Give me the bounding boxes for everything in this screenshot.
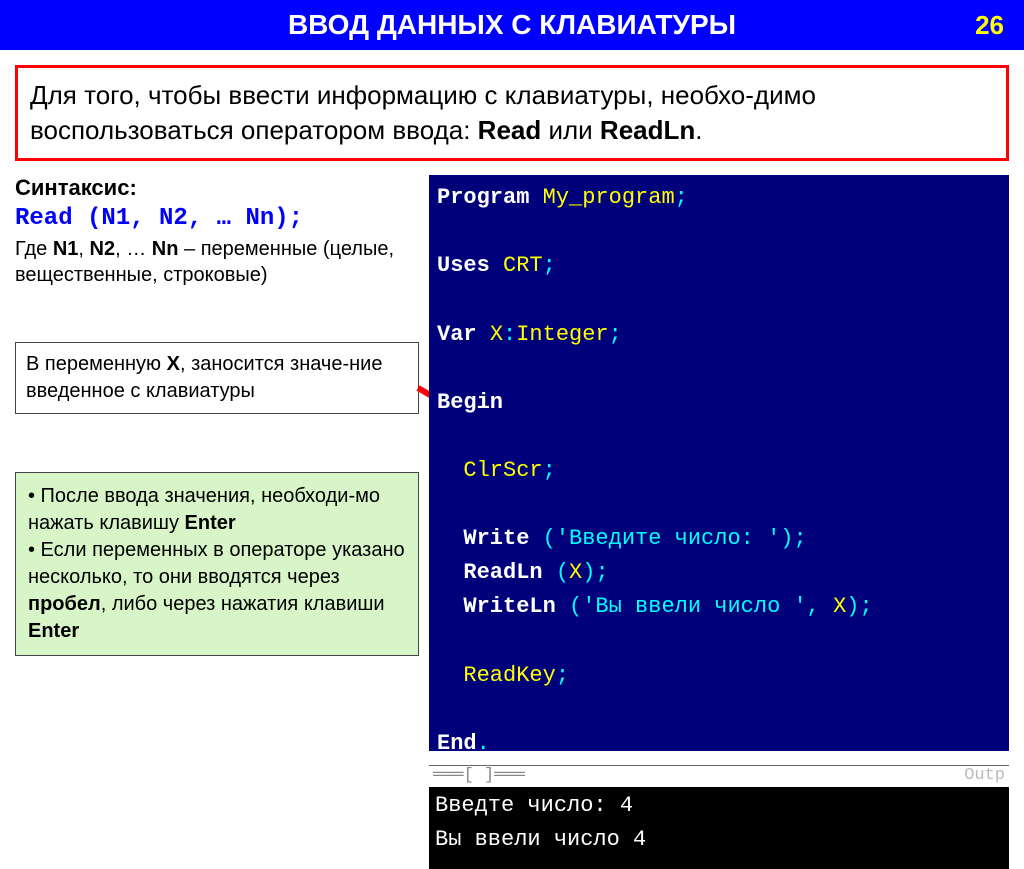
intro-dot: . (695, 115, 702, 145)
ide-window: Program My_program; Uses CRT; Var X:Inte… (429, 175, 1009, 751)
ide-status-bar: ═══[ ]═══ Outp (429, 765, 1009, 787)
left-column: Синтаксис: Read (N1, N2, … Nn); Где N1, … (15, 175, 419, 751)
readln-keyword: ReadLn (600, 115, 695, 145)
status-right: Outp (964, 763, 1005, 789)
slide-title: ВВОД ДАННЫХ С КЛАВИАТУРЫ (0, 9, 1024, 41)
syntax-where: Где N1, N2, … Nn – переменные (целые, ве… (15, 236, 419, 288)
right-column: Program My_program; Uses CRT; Var X:Inte… (429, 175, 1009, 751)
intro-or: или (541, 115, 600, 145)
status-left: ═══[ ]═══ (433, 763, 525, 789)
intro-box: Для того, чтобы ввести информацию с клав… (15, 65, 1009, 161)
syntax-block: Синтаксис: Read (N1, N2, … Nn); Где N1, … (15, 175, 419, 288)
read-keyword: Read (478, 115, 542, 145)
syntax-code: Read (N1, N2, … Nn); (15, 205, 419, 232)
output-line-1: Введте число: 4 (435, 789, 1003, 823)
slide-header: ВВОД ДАННЫХ С КЛАВИАТУРЫ 26 (0, 0, 1024, 50)
variable-note-box: В переменную X, заносится значе-ние введ… (15, 342, 419, 414)
slide-content: Для того, чтобы ввести информацию с клав… (0, 50, 1024, 751)
page-number: 26 (975, 10, 1004, 41)
syntax-label: Синтаксис (15, 175, 129, 200)
console-output: Введте число: 4 Вы ввели число 4 (429, 787, 1009, 869)
output-line-2: Вы ввели число 4 (435, 823, 1003, 857)
notes-box: • После ввода значения, необходи-мо нажа… (15, 472, 419, 656)
